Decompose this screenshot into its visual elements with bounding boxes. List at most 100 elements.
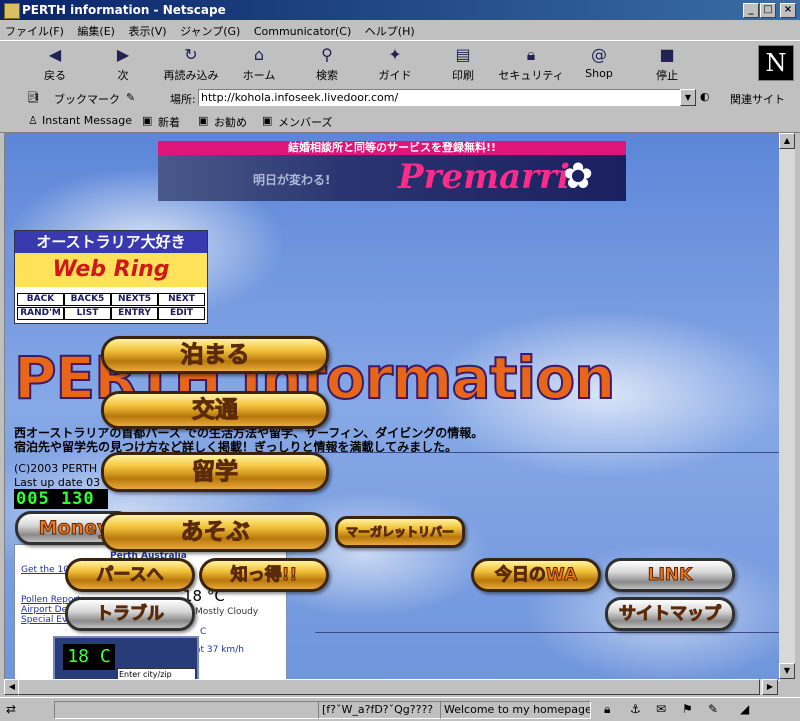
navigator-icon[interactable]: ⚓: [630, 702, 641, 716]
copyright: (C)2003 PERTH: [14, 462, 98, 475]
divider-top: [315, 452, 779, 453]
banner-subtitle: 明日が変わる!: [253, 173, 331, 187]
guide-label: ガイド: [378, 69, 412, 82]
resize-grip-icon: ◢: [740, 702, 750, 716]
security-button[interactable]: 🔒︎ セキュリティ: [498, 45, 564, 85]
related-sites-button[interactable]: 関連サイト: [730, 91, 785, 107]
webring-back[interactable]: BACK: [17, 293, 64, 306]
home-icon: ⌂: [253, 45, 265, 64]
title-bar: PERTH information - Netscape _ □ ×: [0, 0, 800, 20]
printer-icon: ▤: [455, 45, 471, 64]
connection-icon: ⇄: [6, 702, 17, 716]
home-button[interactable]: ⌂ ホーム: [226, 45, 292, 85]
webring-back5[interactable]: BACK5: [64, 293, 111, 306]
today-wa-button[interactable]: 今日のWA: [471, 558, 601, 592]
maximize-button[interactable]: □: [760, 3, 776, 18]
guide-icon: ✦: [388, 45, 402, 64]
back-button[interactable]: ◀ 戻る: [22, 45, 88, 85]
members-icon: ▣: [262, 114, 273, 127]
webring-entry[interactable]: ENTRY: [111, 307, 158, 320]
personal-toolbar: ♙ Instant Message ▣ 新着 ▣ お勧め ▣ メンバーズ: [0, 110, 800, 133]
stop-label: 停止: [656, 69, 678, 82]
newsgroup-icon[interactable]: ⚑: [682, 702, 693, 716]
webring-box: オーストラリア大好き Web Ring BACK BACK5 NEXT5 NEX…: [14, 230, 208, 324]
webring-edit[interactable]: EDIT: [158, 307, 205, 320]
webring-next[interactable]: NEXT: [158, 293, 205, 306]
instant-message-link[interactable]: Instant Message: [42, 114, 132, 127]
banner-brand: Premarri: [398, 157, 570, 197]
url-input[interactable]: http://kohola.infoseek.livedoor.com/: [198, 89, 682, 106]
divider-bottom: [315, 632, 779, 633]
url-dropdown-icon[interactable]: ▼: [680, 89, 696, 106]
home-label: ホーム: [242, 69, 276, 82]
guide-button[interactable]: ✦ ガイド: [362, 45, 428, 85]
webring-title-bottom: Web Ring: [15, 253, 207, 287]
netscape-logo: N: [758, 45, 794, 81]
to-perth-button[interactable]: パースへ: [65, 558, 195, 592]
minimize-button[interactable]: _: [743, 3, 759, 18]
tips-button[interactable]: 知っ得!!: [199, 558, 329, 592]
reload-icon: ↻: [184, 45, 198, 64]
bookmarks-button[interactable]: ブックマーク: [54, 91, 120, 107]
access-counter: 005 130: [14, 489, 108, 509]
search-button[interactable]: ⚲ 検索: [294, 45, 360, 85]
close-button[interactable]: ×: [780, 3, 796, 18]
members-link[interactable]: メンバーズ: [278, 114, 332, 130]
composer-icon[interactable]: ✎: [708, 702, 718, 716]
mail-icon[interactable]: ✉: [656, 702, 666, 716]
shop-button[interactable]: @ Shop: [566, 45, 632, 85]
webring-title-top: オーストラリア大好き: [15, 231, 207, 253]
recommend-icon: ▣: [198, 114, 209, 127]
horizontal-scrollbar[interactable]: ◀ ▶: [4, 679, 778, 695]
recommend-link[interactable]: お勧め: [214, 114, 247, 130]
scroll-right-icon[interactable]: ▶: [762, 679, 778, 695]
page-content: 結婚相談所と同等のサービスを登録無料!! 明日が変わる! Premarri ✿ …: [4, 133, 780, 681]
window-title: PERTH information - Netscape: [22, 3, 226, 17]
horizontal-scroll-thumb[interactable]: [18, 679, 760, 695]
status-bar: ⇄ [f?ˇW_a?fD?ˇQg???? Welcome to my homep…: [0, 697, 800, 721]
new-link[interactable]: 新着: [158, 114, 180, 130]
trouble-button[interactable]: トラブル: [65, 597, 195, 631]
menu-bar: ファイル(F) 編集(E) 表示(V) ジャンプ(G) Communicator…: [0, 20, 800, 40]
forward-button[interactable]: ▶ 次: [90, 45, 156, 85]
menu-file[interactable]: ファイル(F): [0, 20, 69, 39]
lock-icon: 🔒︎: [526, 45, 536, 64]
security-label: セキュリティ: [498, 69, 564, 82]
menu-view[interactable]: 表示(V): [123, 20, 171, 39]
bookmark-icon: 📑︎: [26, 91, 40, 104]
play-button[interactable]: あそぶ: [101, 512, 329, 552]
status-text-1: [f?ˇW_a?fD?ˇQg????: [318, 701, 441, 719]
stop-icon: ■: [659, 45, 675, 64]
transport-button[interactable]: 交通: [101, 391, 329, 429]
print-button[interactable]: ▤ 印刷: [430, 45, 496, 85]
sitemap-button[interactable]: サイトマップ: [605, 597, 735, 631]
stay-button[interactable]: 泊まる: [101, 336, 329, 374]
webring-list[interactable]: LIST: [64, 307, 111, 320]
scroll-up-icon[interactable]: ▲: [779, 133, 795, 149]
link-button[interactable]: LINK: [605, 558, 735, 592]
menu-edit[interactable]: 編集(E): [72, 20, 120, 39]
flower-icon: ✿: [563, 156, 594, 197]
webring-random[interactable]: RAND'M: [17, 307, 64, 320]
reload-button[interactable]: ↻ 再読み込み: [158, 45, 224, 85]
vertical-scrollbar[interactable]: ▲ ▼: [779, 133, 795, 679]
stop-button[interactable]: ■ 停止: [634, 45, 700, 85]
margaret-river-button[interactable]: マーガレットリバー: [335, 516, 465, 548]
last-update: Last up date 03: [14, 476, 101, 489]
premarri-banner[interactable]: 結婚相談所と同等のサービスを登録無料!! 明日が変わる! Premarri ✿: [158, 141, 626, 201]
weather-forecast-link[interactable]: Get the 10: [21, 565, 69, 575]
page-proxy-icon[interactable]: ✎: [126, 91, 135, 104]
navigation-toolbar: ◀ 戻る ▶ 次 ↻ 再読み込み ⌂ ホーム ⚲ 検索 ✦ ガイド ▤ 印刷 🔒︎ セキュリティ…: [0, 40, 800, 88]
netscape-icon: [4, 3, 20, 19]
webring-next5[interactable]: NEXT5: [111, 293, 158, 306]
security-lock-icon[interactable]: 🔒︎: [604, 702, 610, 717]
clock-temperature: 18 C: [63, 644, 115, 670]
menu-communicator[interactable]: Communicator(C): [249, 22, 356, 38]
scroll-down-icon[interactable]: ▼: [779, 663, 795, 679]
print-label: 印刷: [452, 69, 474, 82]
status-progress: [54, 701, 319, 719]
menu-go[interactable]: ジャンプ(G): [175, 20, 245, 39]
study-abroad-button[interactable]: 留学: [101, 452, 329, 492]
menu-help[interactable]: ヘルプ(H): [360, 20, 420, 39]
weather-condition: Mostly Cloudy: [195, 607, 259, 617]
